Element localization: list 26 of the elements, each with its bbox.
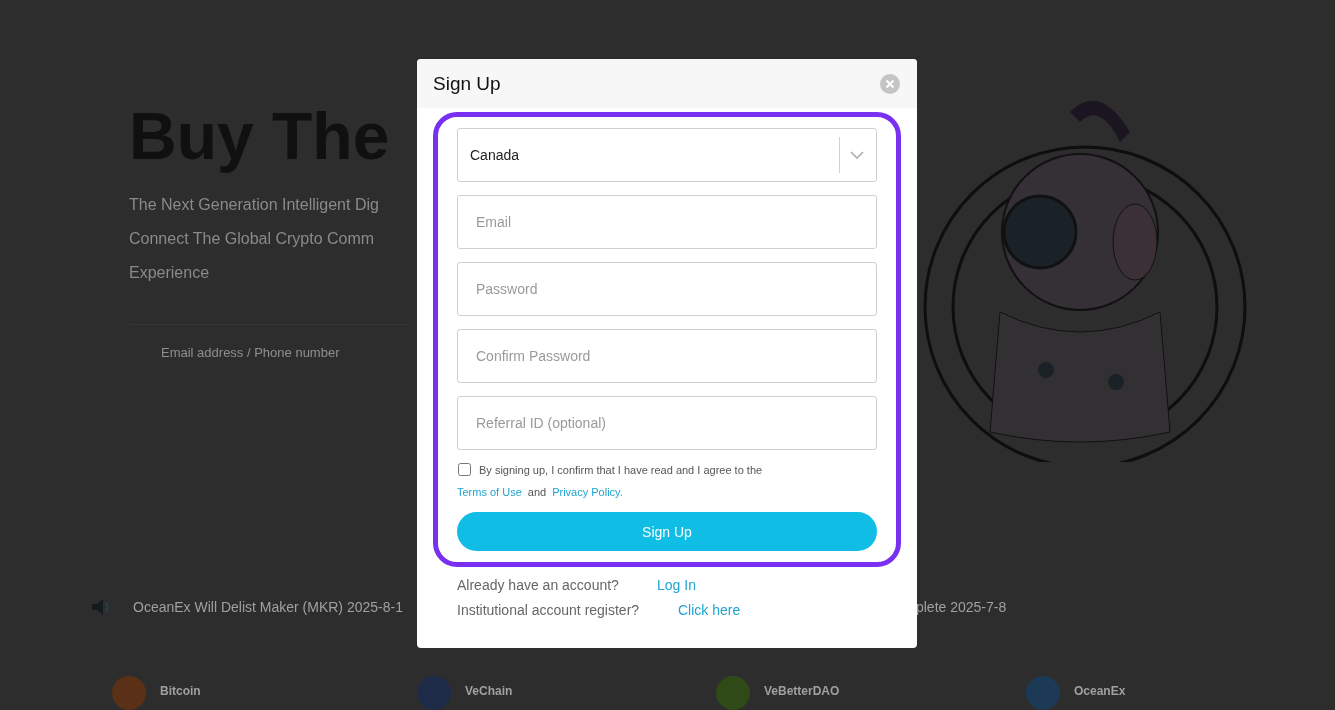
coin-name[interactable]: OceanEx xyxy=(1074,684,1126,698)
country-select[interactable]: Canada xyxy=(457,128,877,182)
hero-subtitle: The Next Generation Intelligent Dig xyxy=(129,195,380,215)
footer-link[interactable]: Log In xyxy=(657,576,696,593)
privacy-link[interactable]: Privacy Policy. xyxy=(552,486,623,498)
footer-prompt: Already have an account? xyxy=(457,576,620,593)
dialog-title: Sign Up xyxy=(433,72,501,95)
news-ticker-text[interactable]: plete 2025-7-8 xyxy=(915,599,1007,615)
email-phone-field[interactable]: Email address / Phone number xyxy=(129,324,409,380)
coin-name[interactable]: VeBetterDAO xyxy=(764,684,840,698)
hero-subtitle: Experience xyxy=(129,263,211,283)
input-field[interactable]: Email xyxy=(457,195,877,249)
agree-checkbox[interactable] xyxy=(458,463,471,476)
coin-name[interactable]: Bitcoin xyxy=(160,684,201,698)
hero-subtitle: Connect The Global Crypto Comm xyxy=(129,229,376,249)
joiner-text: and xyxy=(527,486,547,498)
input-field[interactable]: Password xyxy=(457,262,877,316)
footer-prompt: Institutional account register? xyxy=(457,601,641,618)
coin-name[interactable]: VeChain xyxy=(465,684,513,698)
news-ticker-text[interactable]: OceanEx Will Delist Maker (MKR) 2025-8-1 xyxy=(133,599,403,615)
input-field[interactable]: Confirm Password xyxy=(457,329,877,383)
chevron-down-icon xyxy=(850,151,864,159)
agreement-text: By signing up, I confirm that I have read and I agree to the xyxy=(479,463,763,476)
terms-link[interactable]: Terms of Use xyxy=(457,486,522,498)
input-field[interactable]: Referral ID (optional) xyxy=(457,396,877,450)
footer-link[interactable]: Click here xyxy=(678,601,741,618)
